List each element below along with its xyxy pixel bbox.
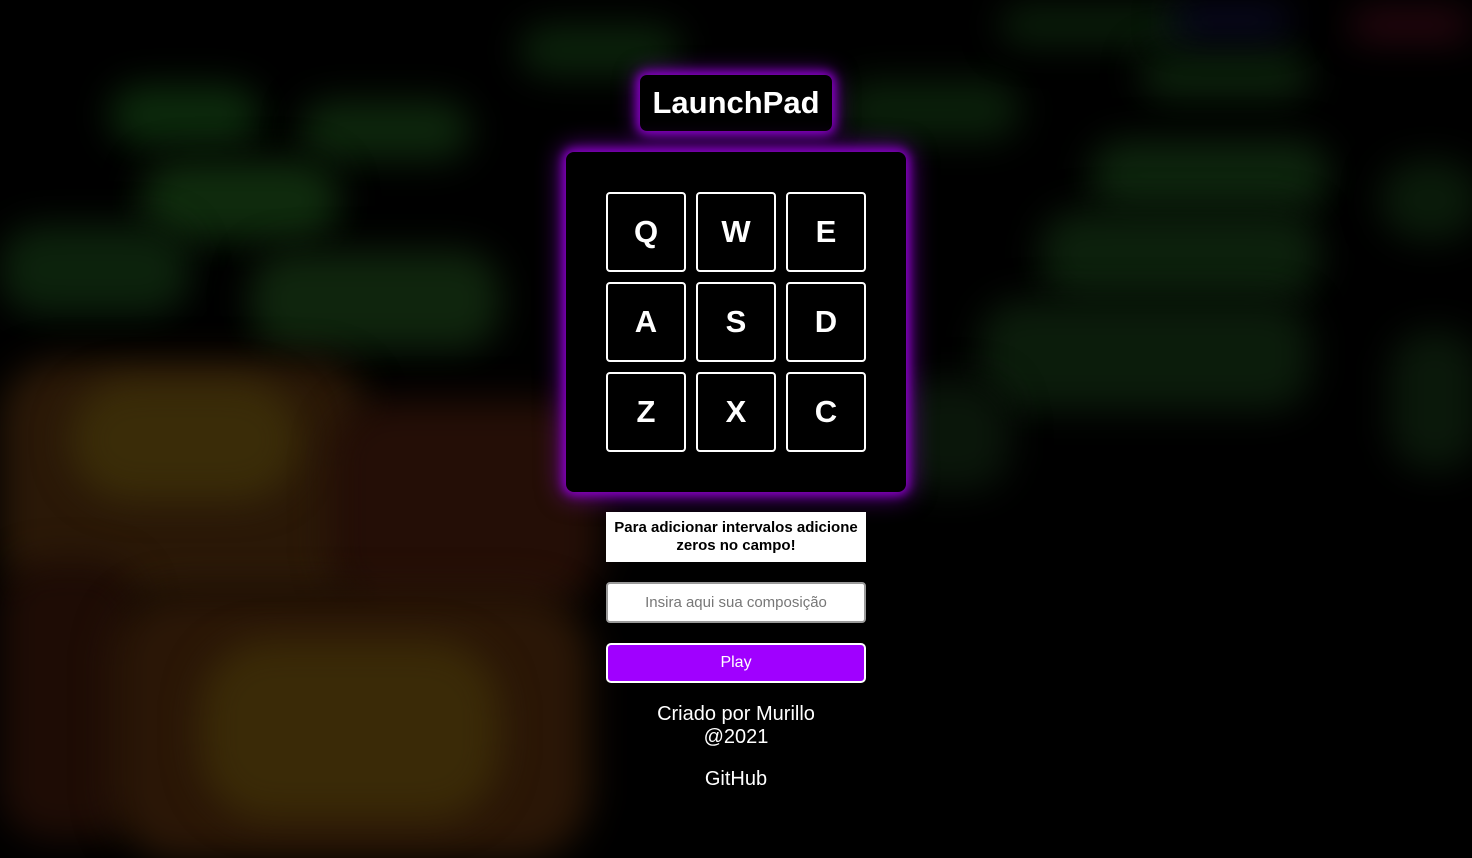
key-grid: Q W E A S D Z X C — [606, 192, 866, 452]
page-title: LaunchPad — [652, 85, 820, 120]
play-button[interactable]: Play — [606, 643, 866, 683]
key-e-button[interactable]: E — [786, 192, 866, 272]
key-z-button[interactable]: Z — [606, 372, 686, 452]
credit-author: Criado por Murillo — [657, 703, 815, 725]
key-q-button[interactable]: Q — [606, 192, 686, 272]
key-x-button[interactable]: X — [696, 372, 776, 452]
credit-year: @2021 — [703, 726, 769, 748]
title-box: LaunchPad — [640, 75, 832, 131]
key-c-button[interactable]: C — [786, 372, 866, 452]
page: LaunchPad Q W E A S D Z X C Para adicion… — [0, 0, 1472, 858]
key-w-button[interactable]: W — [696, 192, 776, 272]
key-s-button[interactable]: S — [696, 282, 776, 362]
credit: Criado por Murillo @2021 — [586, 703, 886, 749]
launchpad: Q W E A S D Z X C — [566, 152, 906, 492]
github-link[interactable]: GitHub — [676, 768, 796, 791]
hint-text: Para adicionar intervalos adicione zeros… — [606, 512, 866, 562]
key-d-button[interactable]: D — [786, 282, 866, 362]
composition-input[interactable] — [606, 582, 866, 623]
key-a-button[interactable]: A — [606, 282, 686, 362]
